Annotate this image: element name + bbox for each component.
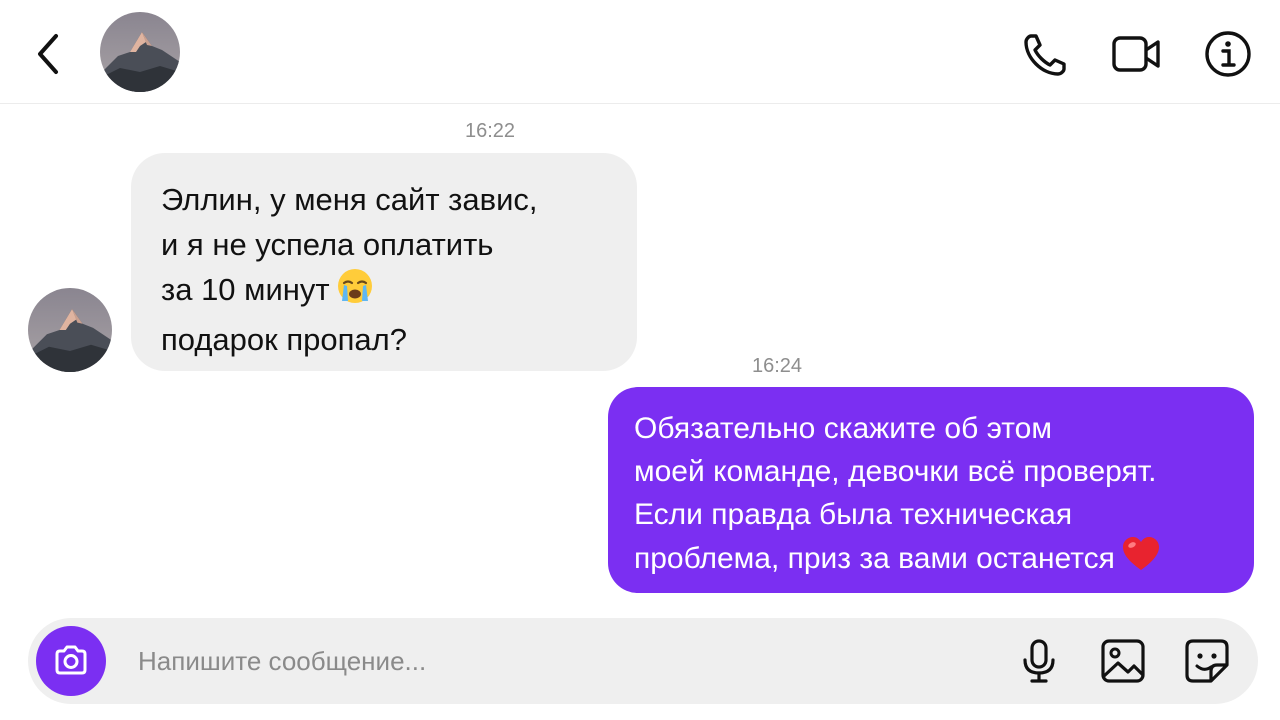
sticker-button[interactable] [1182, 636, 1232, 686]
red-heart-emoji [1121, 536, 1161, 584]
message-timestamp: 16:22 [464, 120, 516, 142]
info-button[interactable] [1202, 28, 1254, 80]
message-line: подарок пропал? [161, 322, 407, 357]
voice-message-button[interactable] [1014, 636, 1064, 686]
phone-icon [1024, 34, 1066, 76]
back-button[interactable] [28, 30, 68, 78]
message-input[interactable] [138, 636, 898, 686]
microphone-icon [1023, 639, 1055, 683]
call-button[interactable] [1020, 28, 1072, 80]
crying-face-emoji [336, 267, 374, 317]
message-line: Если правда была техническая [634, 498, 1073, 531]
message-line: за 10 минут [161, 267, 607, 317]
chevron-left-icon [38, 34, 58, 74]
message-text: за 10 минут [161, 272, 330, 308]
message-timestamp: 16:24 [751, 355, 803, 377]
message-line: моей команде, девочки всё проверят. [634, 455, 1157, 488]
sender-avatar[interactable] [28, 288, 112, 372]
mountain-avatar [100, 12, 180, 92]
contact-avatar[interactable] [100, 12, 180, 92]
message-line: Эллин, у меня сайт завис, [161, 182, 538, 217]
message-line: и я не успела оплатить [161, 227, 494, 262]
video-camera-icon [1112, 36, 1160, 72]
gallery-button[interactable] [1098, 636, 1148, 686]
sticker-icon [1185, 639, 1229, 683]
mountain-avatar [28, 288, 112, 372]
outgoing-message-bubble[interactable]: Обязательно скажите об этом моей команде… [608, 387, 1254, 593]
gallery-icon [1101, 639, 1145, 683]
info-icon [1205, 31, 1251, 77]
chat-header [0, 0, 1280, 104]
camera-button[interactable] [36, 626, 106, 696]
message-text: проблема, приз за вами останется [634, 541, 1115, 575]
incoming-message-bubble[interactable]: Эллин, у меня сайт завис, и я не успела … [131, 153, 637, 371]
camera-icon [55, 645, 87, 675]
message-line: проблема, приз за вами останется [634, 536, 1228, 584]
message-line: Обязательно скажите об этом [634, 412, 1052, 445]
video-call-button[interactable] [1110, 28, 1162, 80]
message-composer [28, 618, 1258, 704]
